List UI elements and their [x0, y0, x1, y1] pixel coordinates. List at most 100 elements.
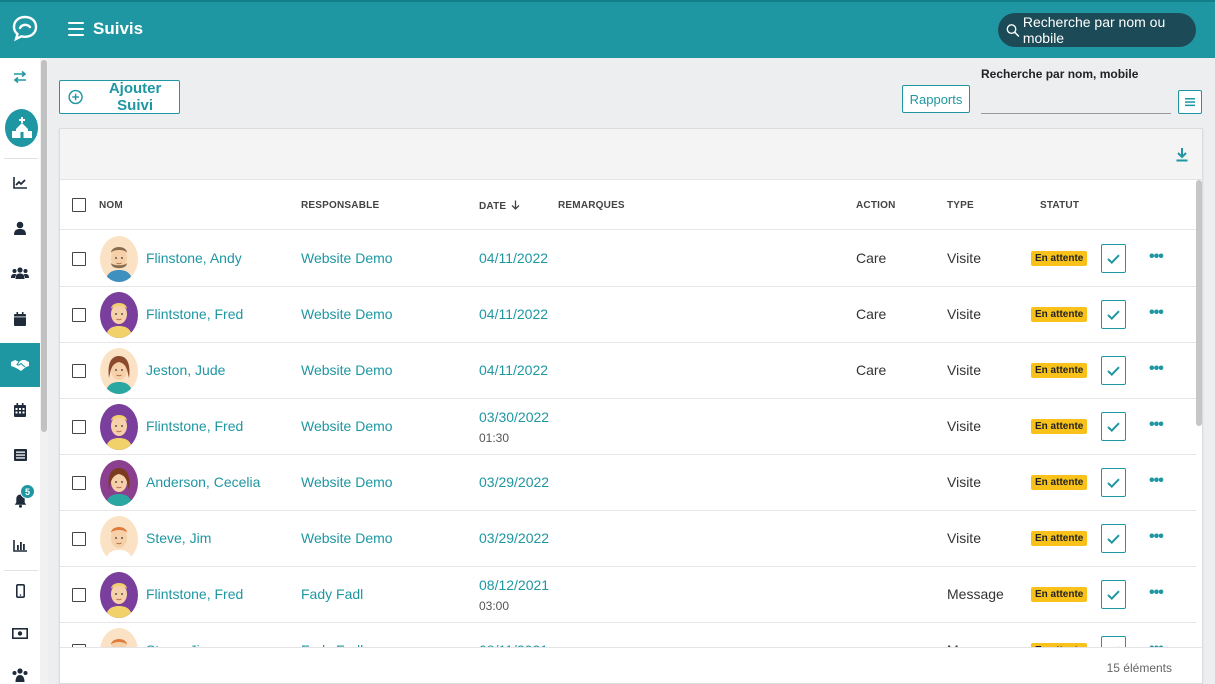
sidebar-item-reports[interactable] [0, 531, 40, 561]
more-options-icon[interactable]: ••• [1149, 584, 1164, 602]
mark-done-button[interactable] [1101, 524, 1126, 553]
avatar [100, 572, 138, 618]
table-header: NOM RESPONSABLE DATE REMARQUES ACTION TY… [60, 180, 1196, 230]
mark-done-button[interactable] [1101, 244, 1126, 273]
select-all-checkbox[interactable] [72, 198, 86, 212]
person-name-link[interactable]: Steve, Jim [146, 530, 211, 546]
table-row[interactable]: Anderson, Cecelia Website Demo 03/29/2022 V… [60, 455, 1196, 511]
date-link[interactable]: 03/30/2022 [479, 409, 549, 425]
table-row[interactable]: Flintstone, Fred Fady Fadl 08/12/2021 03:00… [60, 567, 1196, 623]
sidebar-item-dashboard[interactable] [0, 168, 40, 198]
person-name-link[interactable]: Anderson, Cecelia [146, 474, 260, 490]
more-options-icon[interactable]: ••• [1149, 416, 1164, 434]
table-row[interactable]: Jeston, Jude Website Demo 04/11/2022 Care Vi… [60, 343, 1196, 399]
more-options-icon[interactable]: ••• [1149, 360, 1164, 378]
check-icon [1107, 310, 1120, 320]
sidebar-item-person[interactable] [0, 213, 40, 243]
column-header-responsable[interactable]: RESPONSABLE [301, 200, 379, 211]
reports-button[interactable]: Rapports [902, 85, 970, 113]
plus-circle-icon [68, 89, 83, 105]
person-name-link[interactable]: Jeston, Jude [146, 362, 225, 378]
sidebar-item-schedule[interactable] [0, 395, 40, 425]
table-row[interactable]: Flintstone, Fred Website Demo 04/11/2022 Ca… [60, 287, 1196, 343]
group-icon [11, 267, 29, 279]
sidebar-item-swap[interactable] [0, 62, 40, 92]
search-icon [1006, 23, 1020, 37]
time-text: 01:30 [479, 431, 510, 445]
sidebar-item-mobile[interactable] [0, 576, 40, 606]
column-header-remarques[interactable]: REMARQUES [558, 200, 625, 211]
app-logo-icon[interactable] [11, 14, 39, 42]
suivis-panel: NOM RESPONSABLE DATE REMARQUES ACTION TY… [59, 128, 1203, 684]
type-text: Visite [947, 530, 981, 546]
responsable-link[interactable]: Website Demo [301, 306, 393, 322]
add-suivi-button[interactable]: Ajouter Suivi [59, 80, 180, 114]
avatar [100, 516, 138, 562]
table-scrollbar-thumb[interactable] [1196, 180, 1202, 426]
person-name-link[interactable]: Flinstone, Andy [146, 250, 242, 266]
sidebar-item-list[interactable] [0, 440, 40, 470]
calendar-grid-icon [14, 403, 26, 417]
table-row[interactable]: Flintstone, Fred Website Demo 03/30/2022 01… [60, 399, 1196, 455]
sidebar-item-finance[interactable] [0, 618, 40, 648]
person-name-link[interactable]: Flintstone, Fred [146, 586, 243, 602]
date-link[interactable]: 04/11/2022 [479, 362, 548, 378]
row-checkbox[interactable] [72, 420, 86, 434]
column-header-type[interactable]: TYPE [947, 200, 974, 211]
more-options-icon[interactable]: ••• [1149, 248, 1164, 266]
type-text: Visite [947, 250, 981, 266]
global-search[interactable]: Recherche par nom ou mobile [998, 13, 1196, 47]
mark-done-button[interactable] [1101, 468, 1126, 497]
person-name-link[interactable]: Flintstone, Fred [146, 418, 243, 434]
table-row[interactable]: Flinstone, Andy Website Demo 04/11/2022 Car… [60, 231, 1196, 287]
mark-done-button[interactable] [1101, 300, 1126, 329]
sidebar-scrollbar-thumb[interactable] [41, 60, 47, 432]
sidebar-item-suivis[interactable] [0, 343, 40, 387]
sidebar-item-team[interactable] [0, 660, 40, 684]
column-header-nom[interactable]: NOM [99, 200, 123, 211]
column-header-date[interactable]: DATE [479, 200, 520, 212]
check-icon [1107, 366, 1120, 376]
more-options-icon[interactable]: ••• [1149, 304, 1164, 322]
column-header-statut[interactable]: STATUT [1040, 200, 1079, 211]
person-name-link[interactable]: Flintstone, Fred [146, 306, 243, 322]
responsable-link[interactable]: Website Demo [301, 474, 393, 490]
sidebar-item-church[interactable] [5, 109, 38, 147]
row-checkbox[interactable] [72, 588, 86, 602]
mark-done-button[interactable] [1101, 356, 1126, 385]
type-text: Visite [947, 306, 981, 322]
responsable-link[interactable]: Website Demo [301, 418, 393, 434]
column-header-date-label: DATE [479, 201, 507, 212]
swap-icon [13, 71, 27, 83]
menu-icon[interactable] [68, 22, 84, 36]
date-link[interactable]: 03/29/2022 [479, 474, 549, 490]
mark-done-button[interactable] [1101, 412, 1126, 441]
avatar [100, 460, 138, 506]
table-row[interactable]: Steve, Jim Website Demo 03/29/2022 Visite En… [60, 511, 1196, 567]
column-header-action[interactable]: ACTION [856, 200, 896, 211]
check-icon [1107, 534, 1120, 544]
responsable-link[interactable]: Website Demo [301, 530, 393, 546]
row-checkbox[interactable] [72, 476, 86, 490]
responsable-link[interactable]: Website Demo [301, 250, 393, 266]
search-input[interactable] [981, 90, 1171, 114]
responsable-link[interactable]: Website Demo [301, 362, 393, 378]
column-settings-button[interactable] [1178, 90, 1202, 114]
sort-down-icon [511, 200, 520, 210]
sidebar-item-calendar[interactable] [0, 304, 40, 334]
row-checkbox[interactable] [72, 532, 86, 546]
download-icon[interactable] [1175, 147, 1189, 162]
date-link[interactable]: 08/12/2021 [479, 577, 549, 593]
sidebar-item-groups[interactable] [0, 258, 40, 288]
responsable-link[interactable]: Fady Fadl [301, 586, 363, 602]
date-link[interactable]: 04/11/2022 [479, 250, 548, 266]
row-checkbox[interactable] [72, 308, 86, 322]
more-options-icon[interactable]: ••• [1149, 472, 1164, 490]
date-link[interactable]: 04/11/2022 [479, 306, 548, 322]
date-link[interactable]: 03/29/2022 [479, 530, 549, 546]
row-checkbox[interactable] [72, 252, 86, 266]
mark-done-button[interactable] [1101, 580, 1126, 609]
check-icon [1107, 590, 1120, 600]
more-options-icon[interactable]: ••• [1149, 528, 1164, 546]
row-checkbox[interactable] [72, 364, 86, 378]
